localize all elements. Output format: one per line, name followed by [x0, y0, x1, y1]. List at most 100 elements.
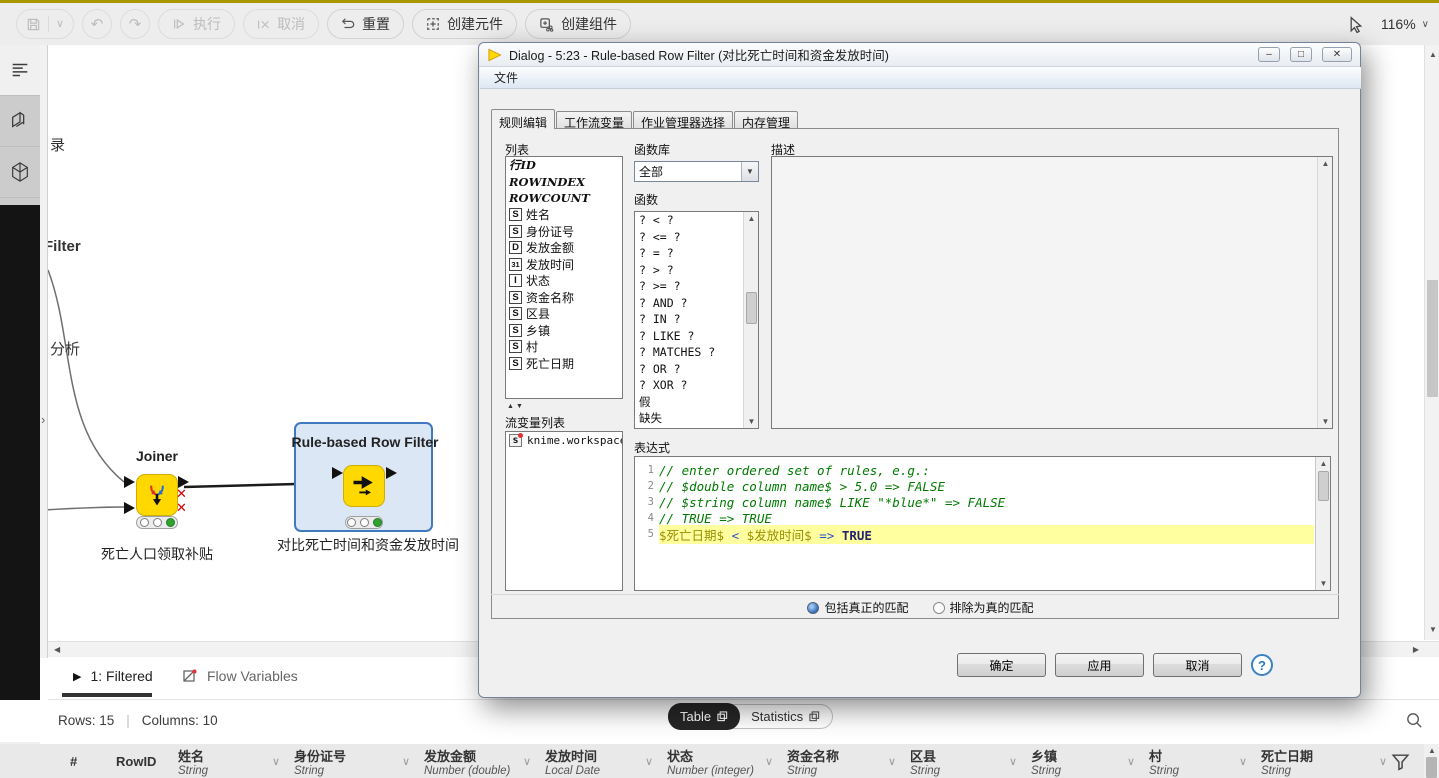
expression-scrollbar[interactable]: ▲ ▼: [1315, 457, 1330, 590]
row-variable-item[interactable]: ROWCOUNT: [506, 190, 622, 207]
sort-chevron-icon[interactable]: ∨: [1127, 755, 1135, 768]
column-list-item[interactable]: S乡镇: [506, 322, 622, 339]
joiner-input-port-1[interactable]: [124, 476, 135, 488]
sidebar-item-workflows[interactable]: [0, 96, 40, 147]
sort-chevron-icon[interactable]: ∨: [523, 755, 531, 768]
dialog-tab[interactable]: 内存管理: [734, 111, 798, 129]
expression-line[interactable]: 3// $string column name$ LIKE "*blue*" =…: [635, 494, 1314, 510]
expression-line[interactable]: 1// enter ordered set of rules, e.g.:: [635, 462, 1314, 478]
rule-based-row-filter-node[interactable]: [343, 465, 385, 507]
ok-button[interactable]: 确定: [957, 653, 1046, 677]
table-vertical-scrollbar[interactable]: ▲: [1424, 744, 1439, 778]
scroll-up-arrow[interactable]: ▲: [1318, 159, 1333, 168]
dropdown-arrow-icon[interactable]: ▼: [741, 162, 758, 181]
include-matches-option[interactable]: 包括真正的匹配: [807, 599, 908, 616]
table-column-header[interactable]: RowID: [108, 744, 170, 778]
scroll-up-arrow[interactable]: ▲: [1429, 51, 1437, 59]
function-item[interactable]: ? IN ?: [635, 311, 743, 328]
dialog-titlebar[interactable]: Dialog - 5:23 - Rule-based Row Filter (对…: [479, 43, 1360, 67]
table-column-header[interactable]: #: [62, 744, 108, 778]
scrollbar-thumb[interactable]: [746, 292, 757, 324]
dialog-tab[interactable]: 作业管理器选择: [633, 111, 733, 129]
column-list-item[interactable]: S死亡日期: [506, 355, 622, 372]
column-list-item[interactable]: S村: [506, 339, 622, 356]
search-icon[interactable]: [1405, 711, 1424, 730]
table-column-header[interactable]: 状态Number (integer)∨: [659, 744, 779, 778]
row-variable-item[interactable]: ROWINDEX: [506, 174, 622, 191]
undo-button[interactable]: ↶: [82, 9, 112, 39]
function-item[interactable]: ? > ?: [635, 262, 743, 279]
toggle-table-view[interactable]: Table: [668, 703, 740, 730]
filter-input-port[interactable]: [332, 467, 343, 479]
dialog-tab[interactable]: 规则编辑: [491, 109, 555, 129]
scroll-up-arrow[interactable]: ▲: [1428, 747, 1436, 755]
execute-button[interactable]: 执行: [158, 9, 235, 39]
sidebar-item-nodes[interactable]: [0, 147, 40, 198]
tab-filtered[interactable]: ▶ 1: Filtered: [73, 668, 153, 684]
function-item[interactable]: ? >= ?: [635, 278, 743, 295]
sort-chevron-icon[interactable]: ∨: [765, 755, 773, 768]
scroll-up-arrow[interactable]: ▲: [744, 214, 759, 223]
expand-panel-arrow[interactable]: ›: [41, 412, 45, 427]
toggle-statistics-view[interactable]: Statistics: [739, 704, 832, 729]
scroll-down-arrow[interactable]: ▼: [1316, 579, 1331, 588]
function-item[interactable]: ? LIKE ?: [635, 328, 743, 345]
scrollbar-thumb[interactable]: [1318, 471, 1329, 501]
function-item[interactable]: 假: [635, 394, 743, 411]
table-column-header[interactable]: 乡镇String∨: [1023, 744, 1141, 778]
save-button[interactable]: ∨: [16, 9, 74, 39]
sort-chevron-icon[interactable]: ∨: [1379, 755, 1387, 768]
scrollbar-thumb[interactable]: [1427, 280, 1438, 397]
function-item[interactable]: ? < ?: [635, 212, 743, 229]
expression-line[interactable]: 5$死亡日期$ < $发放时间$ => TRUE: [635, 526, 1314, 542]
table-column-header[interactable]: 区县String∨: [902, 744, 1023, 778]
function-item[interactable]: ? OR ?: [635, 361, 743, 378]
maximize-button[interactable]: □: [1290, 47, 1312, 62]
selected-node-box[interactable]: Rule-based Row Filter: [294, 422, 433, 532]
scrollbar-thumb[interactable]: [1426, 757, 1437, 778]
scroll-down-arrow[interactable]: ▼: [1318, 417, 1333, 426]
exclude-matches-option[interactable]: 排除为真的匹配: [933, 599, 1034, 616]
function-item[interactable]: 缺失: [635, 410, 743, 427]
column-list-item[interactable]: S姓名: [506, 207, 622, 224]
cancel-button[interactable]: 取消: [1153, 653, 1242, 677]
scroll-down-arrow[interactable]: ▼: [744, 417, 759, 426]
function-item[interactable]: ? XOR ?: [635, 377, 743, 394]
cursor-pointer-icon[interactable]: [1348, 16, 1365, 33]
create-metanode-button[interactable]: 创建元件: [412, 9, 517, 39]
filter-output-port[interactable]: [386, 467, 397, 479]
menu-file[interactable]: 文件: [488, 67, 524, 88]
table-column-header[interactable]: 资金名称String∨: [779, 744, 902, 778]
joiner-input-port-2[interactable]: [124, 502, 135, 514]
column-list-item[interactable]: I状态: [506, 273, 622, 290]
radio-unselected-icon[interactable]: [933, 602, 945, 614]
sidebar-item-description[interactable]: [0, 45, 40, 96]
splitter-up-icon[interactable]: ▲: [507, 403, 514, 410]
table-column-header[interactable]: 发放时间Local Date∨: [537, 744, 659, 778]
sort-chevron-icon[interactable]: ∨: [1009, 755, 1017, 768]
cancel-execution-button[interactable]: 取消: [243, 9, 319, 39]
expression-line[interactable]: 2// $double column name$ > 5.0 => FALSE: [635, 478, 1314, 494]
function-item[interactable]: ? MATCHES ?: [635, 344, 743, 361]
close-button[interactable]: ✕: [1322, 47, 1352, 62]
function-item[interactable]: ? = ?: [635, 245, 743, 262]
table-column-header[interactable]: 死亡日期String∨: [1253, 744, 1393, 778]
filter-funnel-icon[interactable]: [1390, 751, 1411, 772]
radio-selected-icon[interactable]: [807, 602, 819, 614]
sort-chevron-icon[interactable]: ∨: [1239, 755, 1247, 768]
table-column-header[interactable]: 身份证号String∨: [286, 744, 416, 778]
splitter[interactable]: ▲ ▼: [505, 401, 623, 411]
reset-button[interactable]: 重置: [327, 9, 404, 39]
column-list-item[interactable]: D发放金额: [506, 240, 622, 257]
function-item[interactable]: ? <= ?: [635, 229, 743, 246]
row-variable-item[interactable]: 行ID: [506, 157, 622, 174]
zoom-control[interactable]: 116% ∨: [1381, 16, 1429, 32]
splitter-down-icon[interactable]: ▼: [516, 403, 523, 410]
flow-variable-item[interactable]: sknime.workspace: [506, 432, 622, 449]
joiner-node[interactable]: [136, 474, 178, 516]
column-list-item[interactable]: S资金名称: [506, 289, 622, 306]
function-category-dropdown[interactable]: 全部 ▼: [634, 161, 759, 182]
table-column-header[interactable]: 姓名String∨: [170, 744, 286, 778]
function-list-scrollbar[interactable]: ▲ ▼: [743, 212, 758, 428]
sort-chevron-icon[interactable]: ∨: [888, 755, 896, 768]
